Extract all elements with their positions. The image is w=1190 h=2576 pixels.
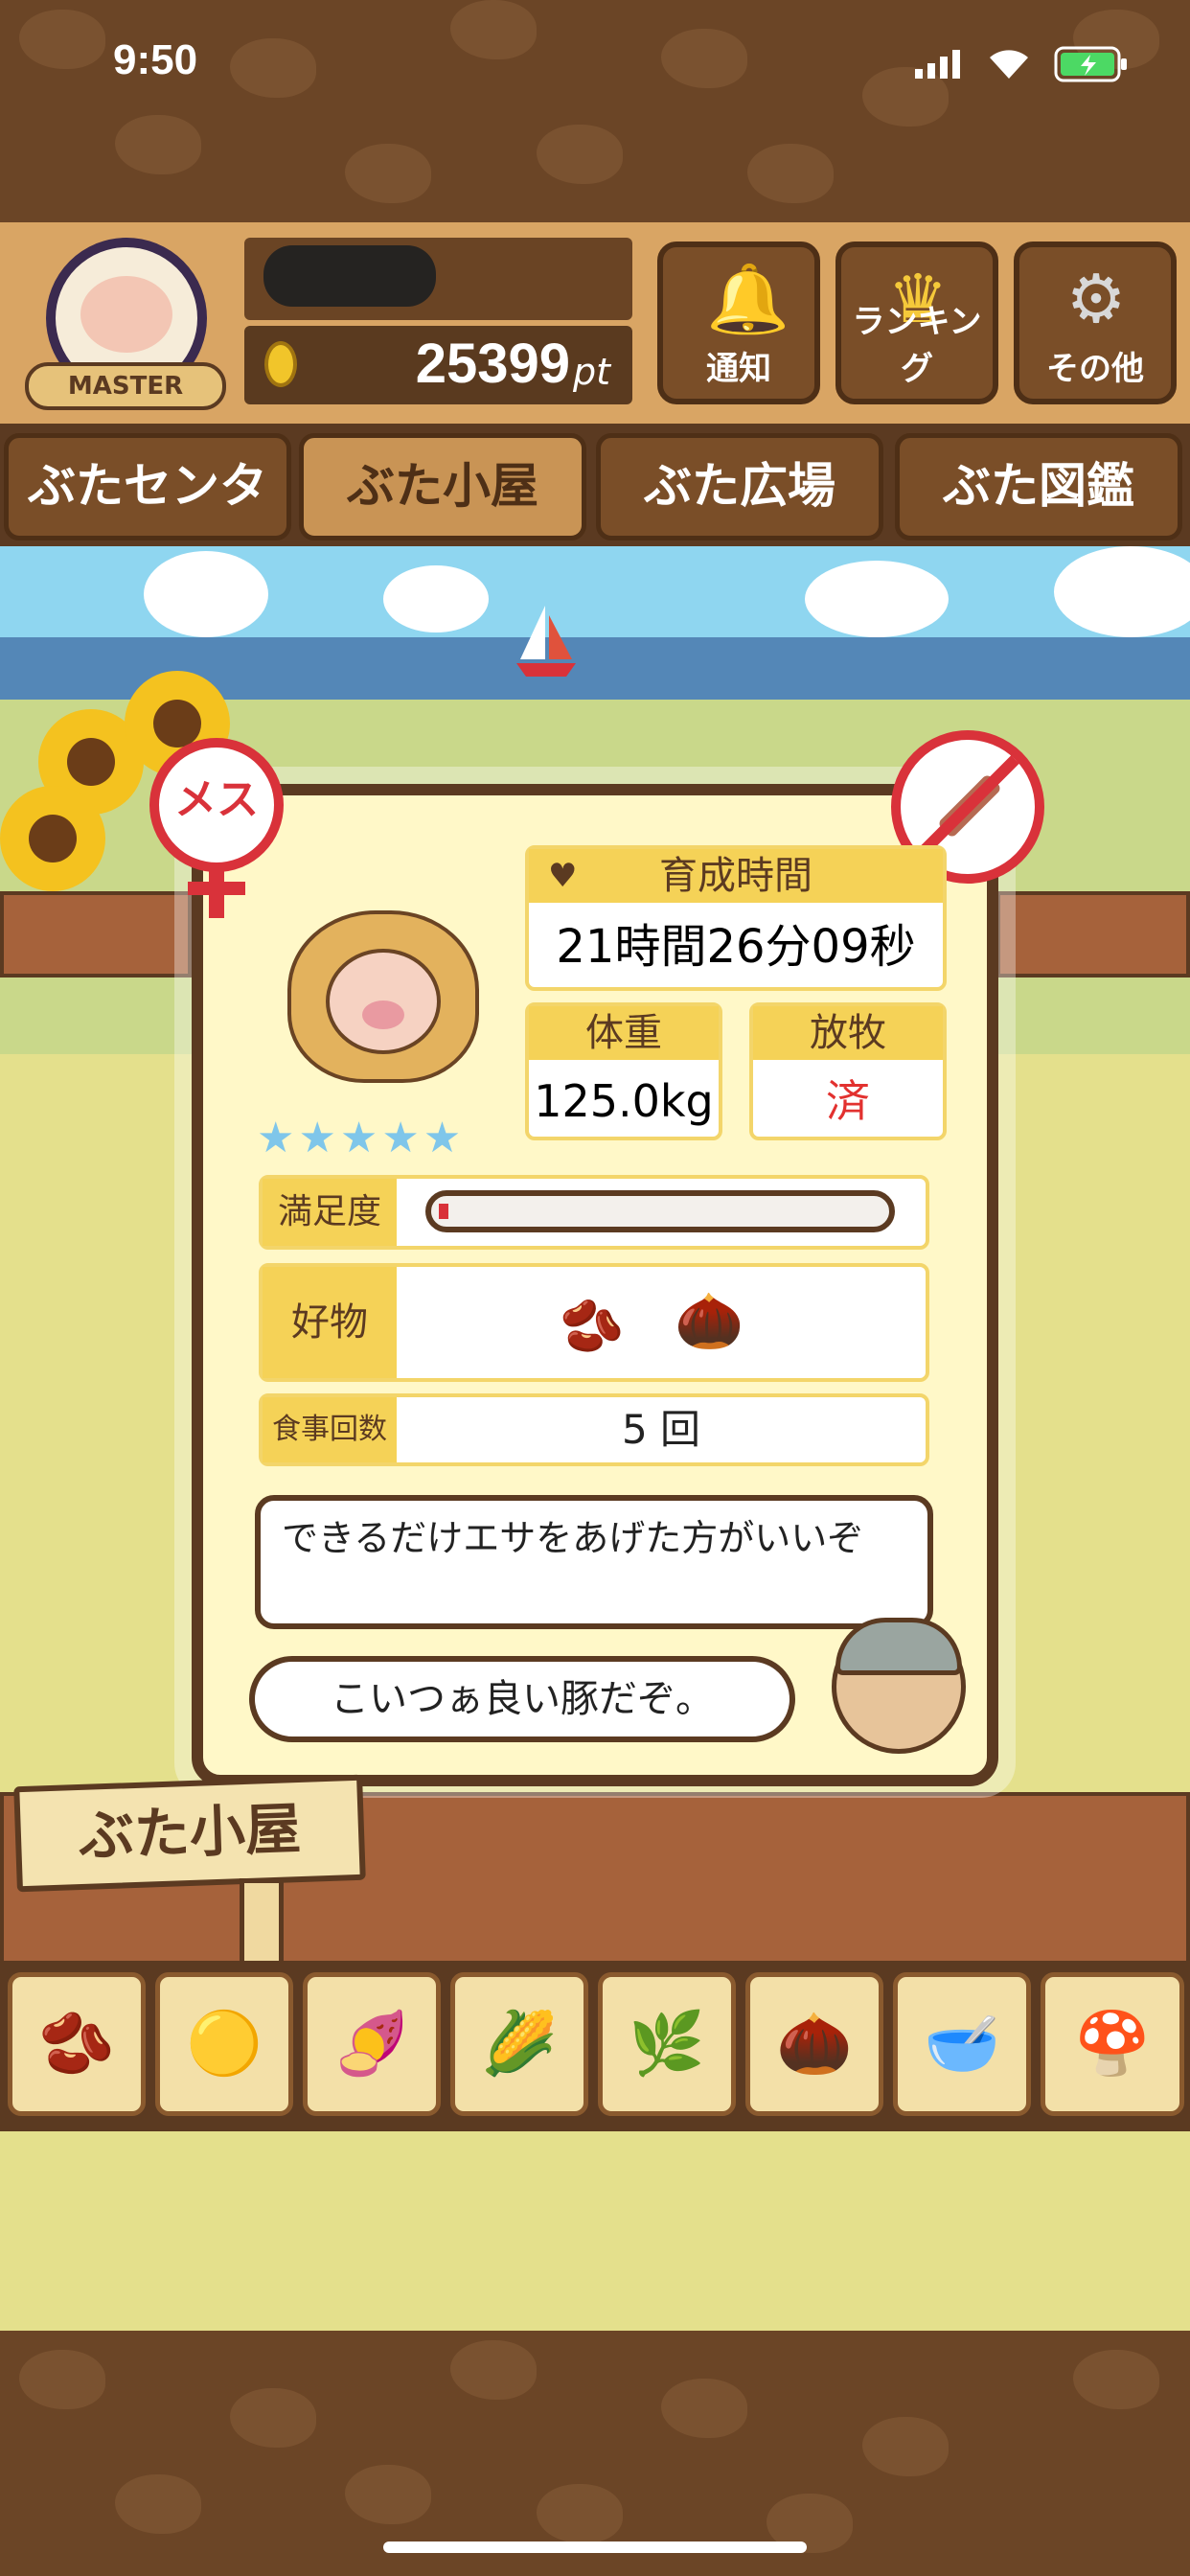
acorn-icon: 🌰	[675, 1288, 744, 1353]
food-acorns[interactable]: 🌰	[745, 1972, 883, 2116]
fence	[996, 891, 1190, 978]
player-name-redacted	[263, 245, 436, 307]
female-symbol-cross	[188, 882, 245, 895]
weight-box: 体重 125.0kg	[525, 1002, 722, 1140]
pig-avatar[interactable]	[287, 910, 479, 1092]
pig-snout	[362, 1000, 404, 1029]
status-time: 9:50	[113, 36, 198, 83]
notification-label: 通知	[706, 350, 771, 388]
breeding-time-header: ♥ 育成時間	[529, 849, 943, 903]
food-truffles[interactable]: 🍄	[1041, 1972, 1184, 2116]
favorite-row: 好物 🫘 🌰	[259, 1263, 929, 1382]
signal-icon	[915, 50, 965, 79]
acorn-icon: 🌰	[776, 2009, 853, 2080]
breeding-time-box: ♥ 育成時間 21時間26分09秒	[525, 845, 947, 991]
top-background	[0, 0, 1190, 230]
food-mixed-beans[interactable]: 🟡	[155, 1972, 293, 2116]
satisfaction-fill	[439, 1204, 448, 1219]
bell-icon: 🔔	[706, 260, 790, 338]
sunflower	[0, 786, 105, 891]
other-label: その他	[1046, 350, 1144, 388]
female-badge: メス	[149, 738, 284, 872]
corn-icon: 🌽	[481, 2009, 558, 2080]
tip-bubble: できるだけエサをあげた方がいいぞ	[255, 1495, 933, 1629]
truffles-icon: 🍄	[1074, 2009, 1151, 2080]
breeding-time-label: 育成時間	[659, 854, 812, 898]
fence	[0, 891, 192, 978]
food-sweet-potato[interactable]: 🍠	[303, 1972, 441, 2116]
satisfaction-meter	[425, 1190, 895, 1232]
soybeans-icon: 🫘	[560, 1296, 625, 1356]
pig-face-icon	[80, 276, 172, 353]
cloud	[383, 565, 489, 632]
other-button[interactable]: ⚙ その他	[1014, 242, 1177, 404]
favorite-label: 好物	[263, 1267, 397, 1378]
food-soybeans[interactable]: 🫘	[8, 1972, 146, 2116]
meal-count-row: 食事回数 5 回	[259, 1393, 929, 1466]
tab-buta-center[interactable]: ぶたセンター	[4, 433, 291, 610]
grazing-value: 済	[826, 1075, 870, 1127]
points-value: 25399	[415, 333, 570, 395]
grazing-label: 放牧	[753, 1006, 943, 1060]
rating-stars: ★★★★★	[257, 1114, 466, 1162]
notification-button[interactable]: 🔔 通知	[657, 242, 820, 404]
battery-icon	[1054, 46, 1131, 82]
food-corn[interactable]: 🌽	[450, 1972, 588, 2116]
farmer-bubble: こいつぁ良い豚だぞ。	[249, 1656, 795, 1742]
meal-count-value: 5 回	[621, 1406, 701, 1453]
heart-icon: ♥	[548, 857, 578, 895]
breeding-time-value: 21時間26分09秒	[556, 920, 916, 974]
master-badge[interactable]: MASTER	[25, 238, 226, 416]
wifi-icon	[987, 44, 1031, 80]
coin-icon	[264, 341, 297, 387]
tab-buta-hiroba[interactable]: ぶた広場	[596, 433, 883, 540]
badge-label: MASTER	[25, 362, 226, 410]
weight-label: 体重	[529, 1006, 719, 1060]
bean-bowl-icon: 🥣	[924, 2009, 1000, 2080]
weight-value: 125.0kg	[534, 1075, 714, 1127]
satisfaction-row: 満足度	[259, 1175, 929, 1250]
sailboat-icon	[513, 606, 580, 686]
meal-count-label: 食事回数	[263, 1397, 397, 1462]
ranking-label: ランキング	[852, 303, 982, 388]
satisfaction-label: 満足度	[263, 1179, 397, 1246]
home-indicator[interactable]	[383, 2542, 807, 2553]
soybeans-icon: 🫘	[38, 2009, 115, 2080]
tab-buta-zukan[interactable]: ぶた図鑑	[895, 433, 1182, 540]
gear-icon: ⚙	[1065, 260, 1127, 338]
sweet-potato-icon: 🍠	[333, 2009, 410, 2080]
grazing-box: 放牧 済	[749, 1002, 947, 1140]
tab-buta-koya[interactable]: ぶた小屋	[299, 433, 586, 540]
buta-koya-sign: ぶた小屋	[13, 1774, 366, 1893]
points-unit: pt	[573, 351, 611, 393]
food-herb-beans[interactable]: 🌿	[598, 1972, 736, 2116]
ranking-button[interactable]: ♛ ランキング	[835, 242, 998, 404]
bottom-background	[0, 2331, 1190, 2576]
food-bean-bowl[interactable]: 🥣	[893, 1972, 1031, 2116]
herb-beans-icon: 🌿	[629, 2009, 705, 2080]
mixed-beans-icon: 🟡	[186, 2009, 263, 2080]
cloud	[144, 551, 268, 637]
cloud	[805, 561, 949, 637]
